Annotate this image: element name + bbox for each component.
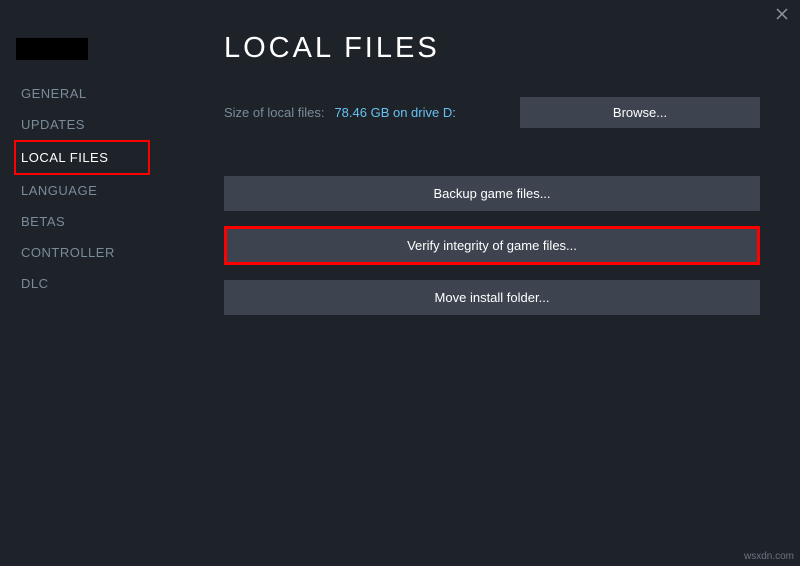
page-title: LOCAL FILES: [224, 32, 760, 65]
watermark: wsxdn.com: [744, 551, 794, 562]
sidebar-item-controller[interactable]: CONTROLLER: [0, 237, 180, 268]
sidebar-item-updates[interactable]: UPDATES: [0, 109, 180, 140]
close-button[interactable]: [774, 6, 790, 22]
sidebar-item-betas[interactable]: BETAS: [0, 206, 180, 237]
game-title-redacted: [16, 38, 88, 60]
main-panel: LOCAL FILES Size of local files: 78.46 G…: [180, 20, 800, 566]
sidebar-item-dlc[interactable]: DLC: [0, 268, 180, 299]
verify-integrity-button[interactable]: Verify integrity of game files...: [224, 226, 760, 265]
browse-button[interactable]: Browse...: [520, 97, 760, 128]
size-value: 78.46 GB on drive D:: [334, 105, 455, 120]
move-folder-button[interactable]: Move install folder...: [224, 280, 760, 315]
sidebar-item-general[interactable]: GENERAL: [0, 78, 180, 109]
sidebar-item-language[interactable]: LANGUAGE: [0, 175, 180, 206]
window-container: GENERAL UPDATES LOCAL FILES LANGUAGE BET…: [0, 0, 800, 566]
size-label: Size of local files:: [224, 105, 324, 120]
size-info-row: Size of local files: 78.46 GB on drive D…: [224, 97, 760, 128]
close-icon: [776, 8, 788, 20]
sidebar-item-local-files[interactable]: LOCAL FILES: [14, 140, 150, 175]
sidebar: GENERAL UPDATES LOCAL FILES LANGUAGE BET…: [0, 20, 180, 566]
backup-button[interactable]: Backup game files...: [224, 176, 760, 211]
